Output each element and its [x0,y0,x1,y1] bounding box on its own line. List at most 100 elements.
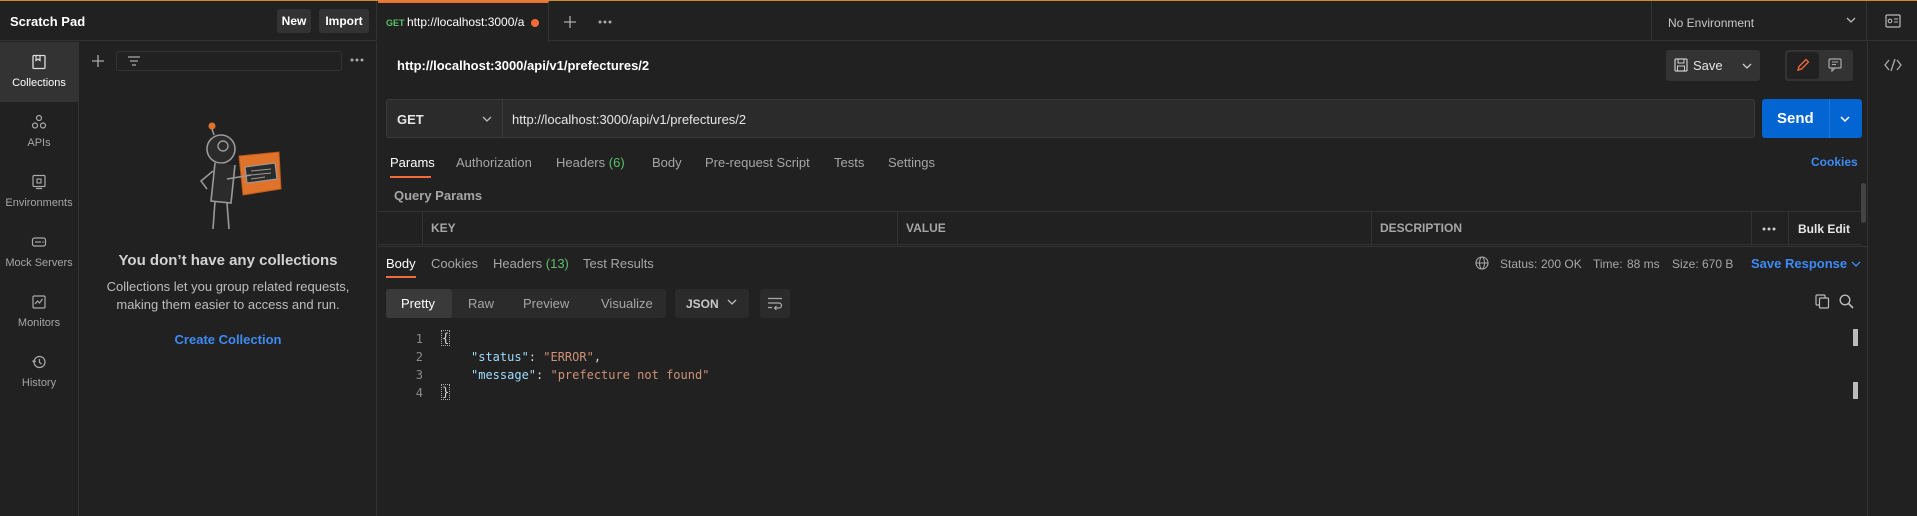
query-params-label: Query Params [394,188,483,203]
line-number: 1 [415,332,423,346]
status-value[interactable]: 200 OK [1541,257,1582,271]
apis-icon [31,114,47,137]
sidebar-item-label: History [21,377,57,389]
code-scrollbar-marker[interactable] [1853,329,1858,346]
size-label: Size: [1672,257,1699,271]
save-icon [1674,58,1688,72]
code-line-status[interactable]: "status": "ERROR", [471,350,601,364]
tab-headers[interactable]: Headers (6) [556,155,625,170]
view-visualize-button[interactable]: Visualize [601,296,653,311]
size-value[interactable]: 670 B [1702,257,1733,271]
code-icon[interactable] [1884,58,1902,72]
tab-more-icon[interactable] [598,20,612,24]
sidebar-item-label: Monitors [17,317,61,329]
tab-tests[interactable]: Tests [834,155,864,170]
sidebar-item-mock-servers[interactable]: Mock Servers [0,222,78,282]
empty-collections-illustration [193,119,285,233]
collections-search-input[interactable] [116,51,342,71]
response-tab-headers[interactable]: Headers (13) [493,256,569,271]
save-label: Save [1693,58,1723,73]
sidebar-item-monitors[interactable]: Monitors [0,282,78,342]
sidebar-item-label: Mock Servers [5,257,73,269]
send-dropdown-icon[interactable] [1840,116,1850,122]
sidebar-item-collections[interactable]: Collections [0,42,78,102]
empty-collections-title: You don’t have any collections [118,252,338,269]
open-brace[interactable]: { [441,330,450,346]
new-tab-icon[interactable] [563,15,577,29]
pencil-icon [1796,58,1810,72]
column-value: VALUE [897,211,1371,245]
code-line-message[interactable]: "message": "prefecture not found" [471,368,709,382]
method-label: GET [397,112,424,127]
column-key: KEY [422,211,897,245]
line-number: 3 [415,368,423,382]
time-label: Time: [1593,257,1623,271]
url-input-value: http://localhost:3000/api/v1/prefectures… [512,112,747,127]
active-tab-indicator [390,176,431,178]
close-brace[interactable]: } [441,384,450,400]
response-tab-body[interactable]: Body [386,256,416,271]
sidebar-item-label: Collections [12,77,66,89]
view-preview-button[interactable]: Preview [523,296,569,311]
json-value: "prefecture not found" [550,368,710,382]
params-more-icon[interactable] [1762,227,1776,231]
search-icon[interactable] [1839,294,1854,309]
comment-icon[interactable] [1828,58,1842,72]
json-value: "ERROR" [543,350,594,364]
sidebar-item-history[interactable]: History [0,342,78,402]
environments-icon [31,174,47,197]
right-sidebar [1867,42,1917,516]
save-dropdown-icon[interactable] [1742,63,1752,69]
params-scrollbar[interactable] [1861,183,1866,223]
save-response-button[interactable]: Save Response [1751,256,1847,271]
environment-quick-look-icon[interactable] [1885,14,1901,28]
response-tab-test-results[interactable]: Test Results [583,256,654,271]
tab-url-label: http://localhost:3000/api/v1/prefectures… [407,15,525,29]
unsaved-indicator [531,19,539,27]
environment-label: No Environment [1668,16,1755,30]
response-tab-cookies[interactable]: Cookies [431,256,478,271]
tab-params[interactable]: Params [390,155,435,170]
sidebar-item-label: APIs [27,137,51,149]
collections-more-icon[interactable] [350,58,364,62]
add-collection-icon[interactable] [91,54,105,68]
line-number: 4 [415,386,423,400]
bulk-edit-button[interactable]: Bulk Edit [1798,222,1850,236]
request-title[interactable]: http://localhost:3000/api/v1/prefectures… [397,58,649,73]
tab-authorization[interactable]: Authorization [456,155,532,170]
tab-headers-label: Headers [556,155,606,170]
collections-icon [31,54,47,77]
status-label: Status: [1500,257,1538,271]
wrap-lines-icon [767,297,783,310]
time-value[interactable]: 88 ms [1627,257,1660,271]
view-raw-button[interactable]: Raw [468,296,494,311]
chevron-down-icon [1846,17,1856,23]
chevron-down-icon [727,299,737,305]
copy-icon[interactable] [1815,294,1830,309]
tab-pre-request-script[interactable]: Pre-request Script [705,155,810,170]
import-button[interactable]: Import [319,9,369,33]
tab-settings[interactable]: Settings [888,155,935,170]
sidebar-item-environments[interactable]: Environments [0,162,78,222]
format-label: JSON [686,297,719,311]
line-number: 2 [415,350,423,364]
edit-mode-button[interactable] [1787,52,1819,79]
chevron-down-icon[interactable] [1851,261,1861,267]
create-collection-link[interactable]: Create Collection [79,332,377,347]
column-description: DESCRIPTION [1371,211,1751,245]
sidebar-rail: Collections APIs Environments Mock Serve… [0,42,79,516]
new-button[interactable]: New [277,9,311,33]
mock-servers-icon [31,234,47,257]
response-divider[interactable] [378,246,1867,247]
monitors-icon [31,294,47,317]
cookies-link[interactable]: Cookies [1811,155,1858,169]
code-scrollbar-marker[interactable] [1853,382,1858,399]
chevron-down-icon [482,116,492,122]
sidebar-item-apis[interactable]: APIs [0,102,78,162]
globe-icon[interactable] [1475,256,1489,270]
workspace-title[interactable]: Scratch Pad [10,14,85,29]
wrap-lines-button[interactable] [760,289,790,318]
empty-collections-description: Collections let you group related reques… [106,279,350,312]
json-key: "status" [471,350,529,364]
tab-body[interactable]: Body [652,155,682,170]
